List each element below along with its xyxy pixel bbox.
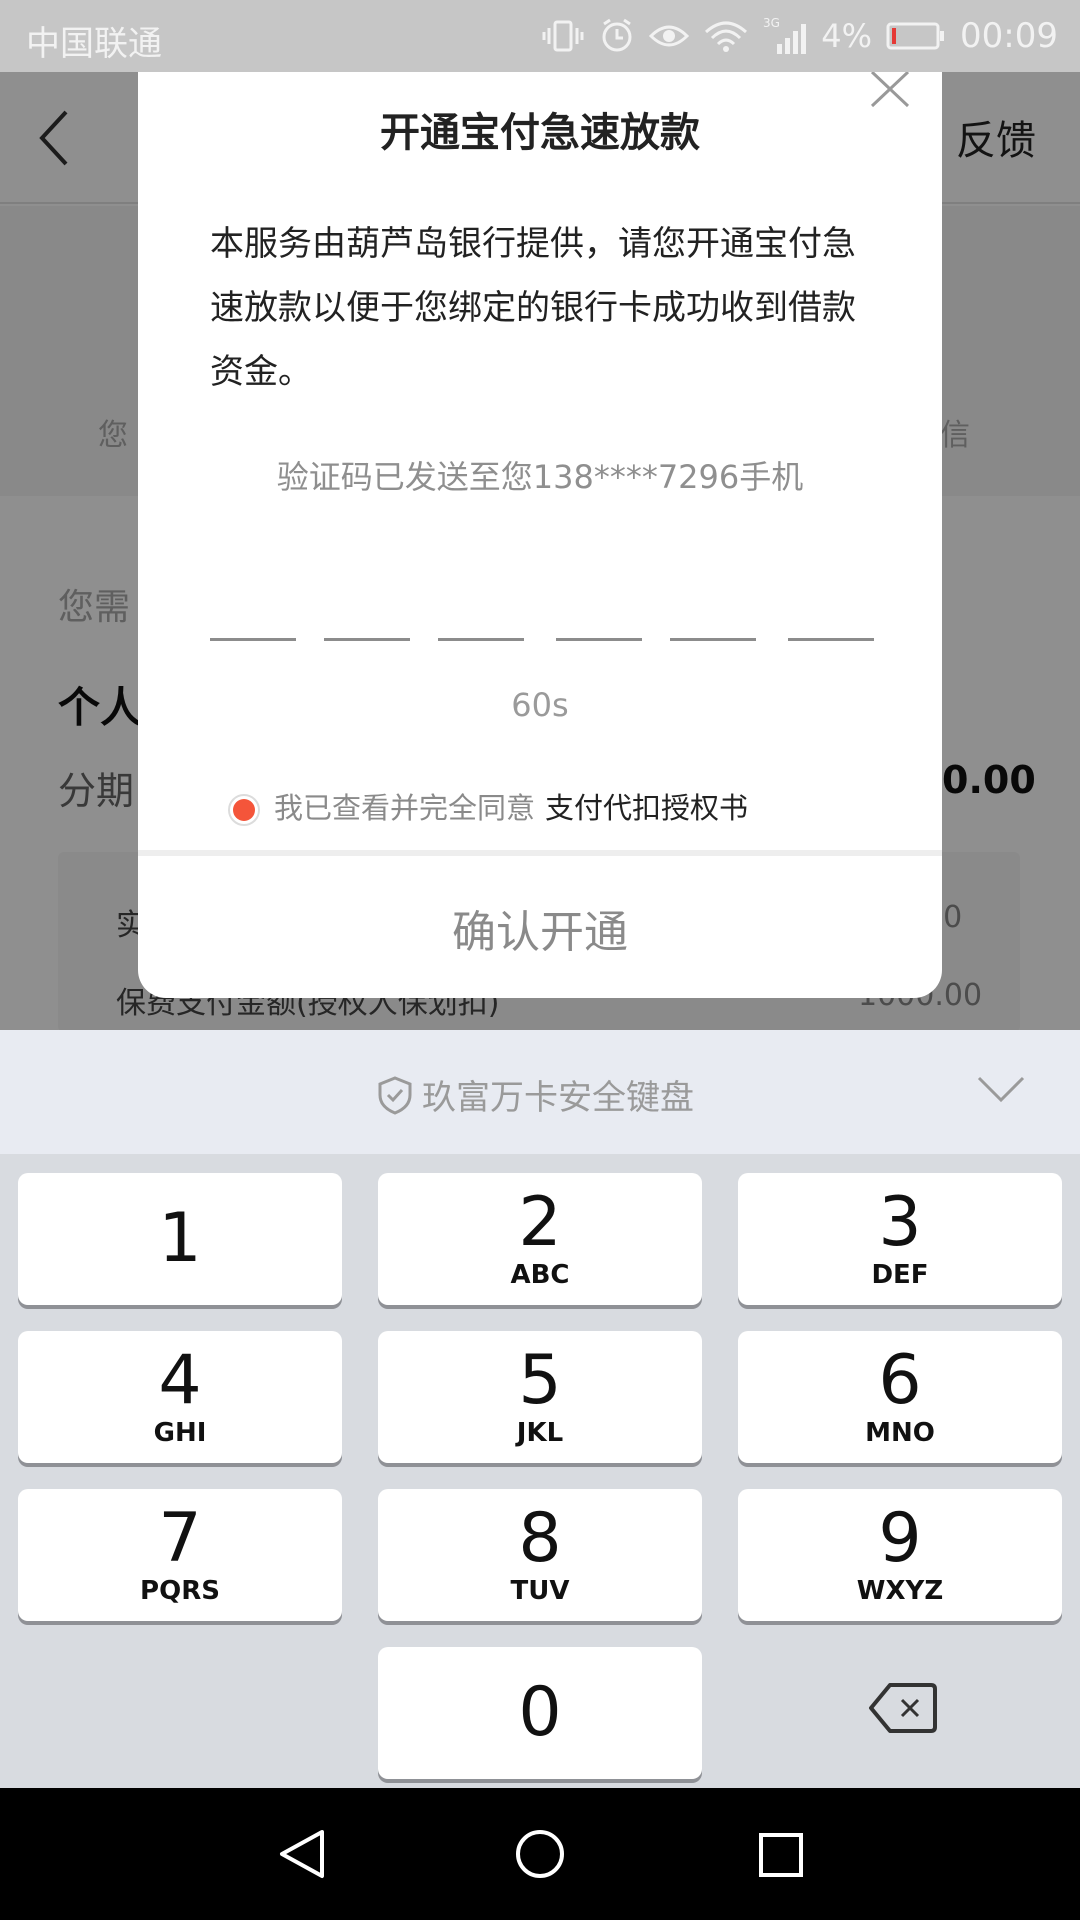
code-slot[interactable] [324,638,410,641]
key-4[interactable]: 4 GHI [18,1331,342,1463]
key-digit: 4 [158,1341,202,1420]
code-sent-hint: 验证码已发送至您138****7296手机 [276,458,804,496]
status-icons: 3G 4% 00:09 [541,12,1058,60]
key-9[interactable]: 9 WXYZ [738,1489,1062,1621]
key-letters: WXYZ [856,1576,944,1606]
code-slot[interactable] [788,638,874,641]
carrier-name: 中国联通 [26,24,162,64]
key-7[interactable]: 7 PQRS [18,1489,342,1621]
agreement-text: 我已查看并完全同意 [274,791,536,825]
agreement-row: 我已查看并完全同意 支付代扣授权书 [228,784,748,828]
key-1[interactable]: 1 [18,1173,342,1305]
code-slot[interactable] [210,638,296,641]
shield-check-icon [378,1075,412,1115]
status-bar: 中国联通 3G 4% 00:09 [0,0,1080,72]
nav-back-icon[interactable] [278,1828,326,1880]
signal-icon: 3G [763,16,807,54]
keyboard-title-group: 玖富万卡安全键盘 [376,1070,694,1119]
key-digit: 2 [518,1183,562,1262]
battery-icon [886,22,945,50]
keyboard-header: 玖富万卡安全键盘 [0,1030,1080,1154]
key-digit: 7 [158,1499,202,1578]
keyboard-title: 玖富万卡安全键盘 [422,1078,694,1118]
nav-home-icon[interactable] [514,1828,566,1880]
chevron-down-icon[interactable] [976,1074,1026,1104]
wifi-icon [705,21,748,52]
key-letters: PQRS [140,1576,220,1606]
key-letters: MNO [865,1418,935,1448]
key-5[interactable]: 5 JKL [378,1331,702,1463]
agreement-radio[interactable] [228,794,260,826]
key-8[interactable]: 8 TUV [378,1489,702,1621]
key-0[interactable]: 0 [378,1647,702,1779]
battery-percent: 4% [821,17,873,55]
key-digit: 5 [518,1341,562,1420]
vibrate-icon [542,20,584,52]
dialog-divider [138,850,942,856]
clock: 00:09 [960,16,1058,56]
code-slot[interactable] [556,638,642,641]
key-letters: GHI [153,1418,207,1448]
key-6[interactable]: 6 MNO [738,1331,1062,1463]
eye-icon [649,25,690,47]
key-letters: DEF [871,1260,929,1290]
resend-countdown: 60s [511,686,569,724]
key-digit: 8 [518,1499,562,1578]
key-letters: TUV [510,1576,570,1606]
code-slot[interactable] [438,638,524,641]
key-digit: 9 [878,1499,922,1578]
dialog-description: 本服务由葫芦岛银行提供，请您开通宝付急速放款以便于您绑定的银行卡成功收到借款资金… [210,224,856,392]
dialog-title: 开通宝付急速放款 [380,110,700,156]
key-letters: ABC [510,1260,570,1290]
confirm-activation-button[interactable]: 确认开通 [138,858,942,998]
radio-selected-dot [233,799,255,821]
key-digit: 1 [158,1199,202,1278]
backspace-icon[interactable] [868,1682,938,1734]
alarm-icon [602,18,632,52]
key-digit: 3 [878,1183,922,1262]
system-nav-bar [0,1788,1080,1920]
activation-dialog: 开通宝付急速放款 本服务由葫芦岛银行提供，请您开通宝付急速放款以便于您绑定的银行… [138,72,942,998]
key-digit: 6 [878,1341,922,1420]
key-2[interactable]: 2 ABC [378,1173,702,1305]
key-letters: JKL [516,1418,564,1448]
key-digit: 0 [518,1673,562,1752]
code-slot[interactable] [670,638,756,641]
agreement-link[interactable]: 支付代扣授权书 [545,785,748,827]
verification-code-input[interactable] [210,638,876,642]
nav-recent-apps-icon[interactable] [758,1832,804,1878]
key-3[interactable]: 3 DEF [738,1173,1062,1305]
network-type: 3G [763,16,780,30]
